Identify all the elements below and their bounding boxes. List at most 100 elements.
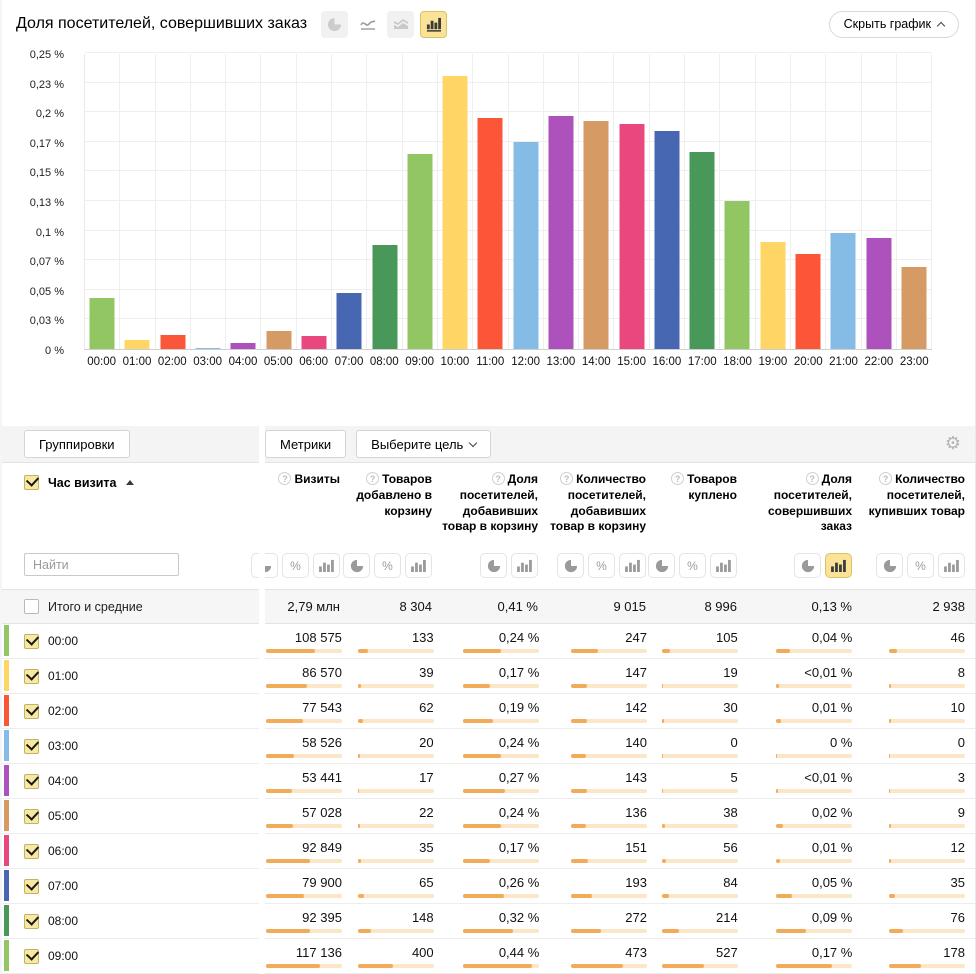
- percent-toggle-icon[interactable]: %: [374, 553, 401, 578]
- chart-bar-19:00[interactable]: [760, 242, 785, 349]
- row-checkbox[interactable]: [24, 879, 39, 894]
- help-icon[interactable]: ?: [492, 472, 505, 485]
- percent-toggle-icon[interactable]: %: [907, 553, 934, 578]
- row-color-stripe: [4, 835, 9, 866]
- chart-bar-07:00[interactable]: [337, 293, 362, 349]
- bar-chart-icon[interactable]: [420, 11, 447, 38]
- cell-value-bar: [463, 649, 539, 653]
- chart-bar-10:00[interactable]: [443, 76, 468, 350]
- settings-gear-icon[interactable]: ⚙: [945, 435, 961, 453]
- chart-bar-03:00[interactable]: [196, 348, 221, 349]
- cell-value-bar: [776, 894, 852, 898]
- sort-asc-icon[interactable]: [126, 480, 134, 485]
- percent-toggle-icon[interactable]: %: [282, 553, 309, 578]
- cell-value-bar: [889, 719, 965, 723]
- pie-toggle-icon[interactable]: [343, 553, 370, 578]
- pie-toggle-icon[interactable]: [876, 553, 903, 578]
- chart-bar-23:00[interactable]: [901, 267, 926, 349]
- pie-toggle-icon[interactable]: [557, 553, 584, 578]
- help-icon[interactable]: ?: [366, 472, 379, 485]
- chart-bar-04:00[interactable]: [231, 343, 256, 349]
- pie-toggle-icon[interactable]: [794, 553, 821, 578]
- x-axis-labels: 00:0001:0002:0003:0004:0005:0006:0007:00…: [84, 356, 932, 368]
- chart-bar-13:00[interactable]: [549, 116, 574, 349]
- chart-slot: [614, 54, 649, 349]
- chart-slot: [544, 54, 579, 349]
- chart-bar-22:00[interactable]: [866, 238, 891, 349]
- row-checkbox[interactable]: [24, 774, 39, 789]
- bars-toggle-icon[interactable]: [313, 553, 340, 578]
- chart-bar-05:00[interactable]: [266, 331, 291, 349]
- bars-toggle-icon[interactable]: [405, 553, 432, 578]
- hourly-bar-chart: 0 %0,03 %0,05 %0,07 %0,1 %0,13 %0,15 %0,…: [2, 46, 975, 378]
- percent-toggle-icon[interactable]: %: [679, 553, 706, 578]
- bars-toggle-icon[interactable]: [619, 553, 646, 578]
- bars-toggle-icon[interactable]: [825, 553, 852, 578]
- dimension-label[interactable]: Час визита: [48, 476, 117, 490]
- percent-toggle-icon[interactable]: %: [588, 553, 615, 578]
- chart-bar-12:00[interactable]: [513, 142, 538, 349]
- cell-value-bar: [463, 789, 539, 793]
- bars-toggle-icon[interactable]: [511, 553, 538, 578]
- row-checkbox[interactable]: [24, 739, 39, 754]
- cell-value-bar: [571, 719, 647, 723]
- chart-bar-09:00[interactable]: [407, 154, 432, 349]
- chart-bar-18:00[interactable]: [725, 201, 750, 349]
- row-checkbox[interactable]: [24, 634, 39, 649]
- table-row-05:00: 05:0057 028220,24 %136380,02 %9: [2, 799, 975, 834]
- chart-bar-08:00[interactable]: [372, 245, 397, 349]
- hide-chart-button[interactable]: Скрыть график: [829, 11, 959, 38]
- cell-value-bar: [358, 789, 434, 793]
- chart-bar-20:00[interactable]: [796, 254, 821, 349]
- select-all-checkbox[interactable]: [24, 475, 39, 490]
- help-icon[interactable]: ?: [806, 472, 819, 485]
- metric-cell: 143: [549, 764, 657, 798]
- chart-bar-17:00[interactable]: [690, 152, 715, 349]
- help-icon[interactable]: ?: [879, 472, 892, 485]
- chart-slot: [473, 54, 508, 349]
- search-input[interactable]: [24, 553, 179, 576]
- chart-bar-01:00[interactable]: [125, 340, 150, 349]
- cell-value-bar: [662, 859, 738, 863]
- chart-bar-21:00[interactable]: [831, 233, 856, 349]
- chart-plot: [84, 54, 932, 350]
- row-checkbox[interactable]: [24, 844, 39, 859]
- row-checkbox[interactable]: [24, 704, 39, 719]
- help-icon[interactable]: ?: [560, 472, 573, 485]
- pie-chart-icon[interactable]: [321, 11, 348, 38]
- chart-bar-11:00[interactable]: [478, 118, 503, 349]
- metric-cell: 0,26 %: [444, 869, 550, 903]
- cell-value-bar: [266, 894, 342, 898]
- goal-select-button[interactable]: Выберите цель: [356, 430, 491, 458]
- row-checkbox[interactable]: [24, 669, 39, 684]
- chart-bar-16:00[interactable]: [654, 131, 679, 349]
- y-tick-label: 0,2 %: [36, 108, 64, 120]
- bars-toggle-icon[interactable]: [710, 553, 737, 578]
- line-chart-icon[interactable]: [354, 11, 381, 38]
- metrics-button[interactable]: Метрики: [265, 430, 346, 458]
- chart-bar-14:00[interactable]: [584, 121, 609, 350]
- metric-cell: 86 570: [264, 659, 352, 693]
- pie-toggle-icon[interactable]: [480, 553, 507, 578]
- row-checkbox[interactable]: [24, 809, 39, 824]
- chart-bar-02:00[interactable]: [160, 335, 185, 349]
- help-icon[interactable]: ?: [278, 472, 291, 485]
- totals-checkbox[interactable]: [24, 599, 39, 614]
- row-hour-label: 04:00: [48, 774, 78, 788]
- help-icon[interactable]: ?: [671, 472, 684, 485]
- pie-toggle-icon[interactable]: [648, 553, 675, 578]
- chart-bar-00:00[interactable]: [90, 298, 115, 349]
- groupings-button[interactable]: Группировки: [24, 430, 130, 458]
- x-tick-label: 22:00: [861, 356, 896, 368]
- row-checkbox[interactable]: [24, 914, 39, 929]
- chart-bar-15:00[interactable]: [619, 124, 644, 349]
- metric-column-header: ?Количество посетителей, добавивших това…: [548, 463, 656, 586]
- bars-toggle-icon[interactable]: [938, 553, 965, 578]
- x-tick-label: 08:00: [367, 356, 402, 368]
- chart-bar-06:00[interactable]: [301, 336, 326, 349]
- cell-value-bar: [889, 824, 965, 828]
- metric-cell: 35: [352, 834, 444, 868]
- row-checkbox[interactable]: [24, 949, 39, 964]
- metric-headers: ?Визиты%?Товаров добавлено в корзину%?До…: [262, 463, 975, 586]
- stacked-area-icon[interactable]: [387, 11, 414, 38]
